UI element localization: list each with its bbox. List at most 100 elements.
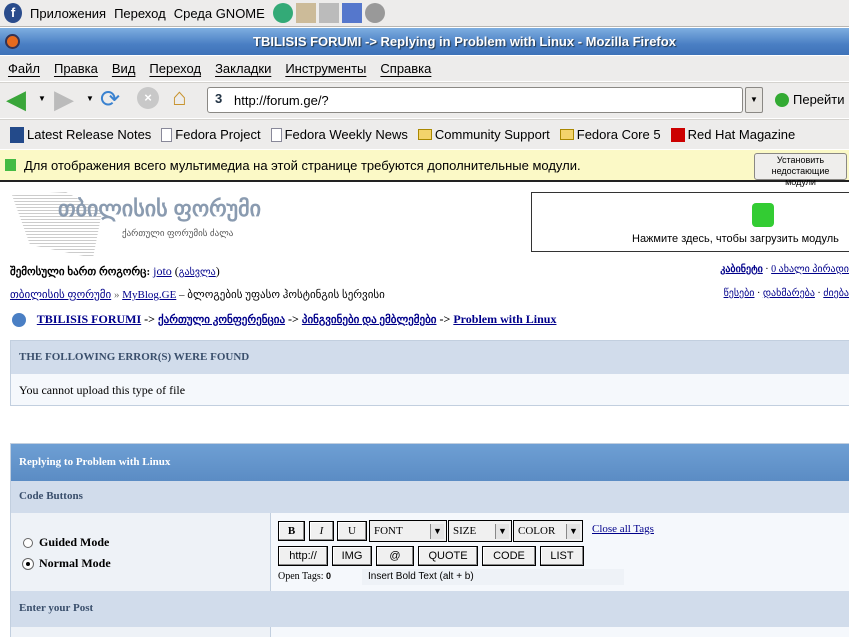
breadcrumb-subforum[interactable]: პინგვინები და ემბლემები: [302, 314, 437, 326]
code-tag-button[interactable]: CODE: [482, 546, 536, 566]
folder-icon: [417, 129, 432, 140]
writer-icon[interactable]: [318, 3, 339, 23]
forum-home-link[interactable]: თბილისის ფორუმი: [10, 289, 111, 301]
blog-description: – ბლოგების უფასო ჰოსტინგის სერვისი: [179, 289, 385, 301]
stop-icon[interactable]: ×: [137, 87, 159, 109]
menu-bookmarks[interactable]: Закладки: [215, 61, 271, 76]
bookmark-fedora-core-5[interactable]: Fedora Core 5: [559, 127, 661, 142]
bookmark-red-hat-magazine[interactable]: Red Hat Magazine: [670, 127, 795, 142]
menu-go[interactable]: Переход: [149, 61, 201, 76]
username-link[interactable]: joto: [153, 264, 172, 278]
forum-logo[interactable]: თბილისის ფორუმი ქართული ფორუმის ძალა: [12, 192, 272, 258]
menu-bar: Файл Правка Вид Переход Закладки Инструм…: [0, 56, 849, 81]
radio-checked-icon: [22, 557, 34, 570]
search-link[interactable]: ძიება: [823, 288, 849, 299]
open-tags-count: 0: [326, 571, 332, 581]
img-tag-button[interactable]: IMG: [332, 546, 372, 566]
puzzle-icon: [5, 159, 16, 171]
menu-help[interactable]: Справка: [380, 61, 431, 76]
reply-title: Replying to Problem with Linux: [11, 444, 849, 481]
logo-subtitle: ქართული ფორუმის ძალა: [122, 228, 234, 238]
separator: »: [113, 289, 120, 301]
infobar-text: Для отображения всего мультимедиа на это…: [24, 157, 581, 173]
cabinet-link[interactable]: კაბინეტი: [720, 264, 763, 275]
menu-view[interactable]: Вид: [112, 61, 136, 76]
url-tag-button[interactable]: http://: [278, 546, 328, 566]
site-icon: 3: [215, 91, 223, 106]
post-row: [11, 627, 271, 637]
panel-applications[interactable]: Приложения: [30, 6, 106, 21]
logged-in-label: შემოსული ხართ როგორც:: [10, 266, 151, 278]
browser-icon[interactable]: [272, 3, 293, 23]
url-text: http://forum.ge/?: [234, 92, 329, 108]
logo-title: თბილისის ფორუმი: [58, 196, 262, 221]
panel-system[interactable]: Среда GNOME: [174, 6, 265, 21]
chevron-down-icon: ▼: [566, 524, 580, 539]
install-plugins-button[interactable]: Установить недостающие модули: [754, 153, 847, 187]
go-button[interactable]: Перейти: [775, 92, 845, 107]
plugin-text: Нажмите здесь, чтобы загрузить модуль: [632, 233, 839, 245]
page-icon: [270, 127, 282, 142]
menu-file[interactable]: Файл: [8, 61, 40, 76]
open-tags-label: Open Tags: 0: [278, 571, 332, 582]
firefox-icon: [5, 34, 20, 49]
plugin-placeholder[interactable]: Нажмите здесь, чтобы загрузить модуль: [531, 192, 849, 252]
reload-icon[interactable]: ⟳: [100, 85, 120, 114]
rules-link[interactable]: წესები: [724, 288, 755, 299]
guided-mode-radio[interactable]: Guided Mode: [23, 535, 109, 550]
mail-icon[interactable]: [295, 3, 316, 23]
breadcrumb: TBILISIS FORUMI -> ქართული კონფერენცია -…: [12, 312, 849, 328]
reply-form: Replying to Problem with Linux Code Butt…: [10, 443, 849, 637]
breadcrumb-forum[interactable]: TBILISIS FORUMI: [37, 312, 141, 326]
forward-dropdown-icon[interactable]: ▼: [86, 94, 94, 103]
folder-icon: [559, 129, 574, 140]
user-bar: შემოსული ხართ როგორც: joto (გასვლა) კაბი…: [10, 264, 849, 278]
enter-post-header: Enter your Post: [11, 591, 849, 627]
forward-icon[interactable]: ▶: [54, 86, 74, 112]
sub-nav: თბილისის ფორუმი » MyBlog.GE – ბლოგების უ…: [10, 288, 849, 301]
menu-edit[interactable]: Правка: [54, 61, 98, 76]
breadcrumb-topic[interactable]: Problem with Linux: [453, 312, 556, 326]
calc-icon[interactable]: [364, 3, 385, 23]
email-tag-button[interactable]: @: [376, 546, 414, 566]
menu-tools[interactable]: Инструменты: [285, 61, 366, 76]
panel-places[interactable]: Переход: [114, 6, 166, 21]
url-dropdown-button[interactable]: ▼: [745, 87, 763, 113]
editor-toolbar: B I U FONT ▼ SIZE ▼ COLOR ▼ Close all Tags …: [272, 513, 849, 591]
myblog-link[interactable]: MyBlog.GE: [122, 289, 176, 301]
size-select[interactable]: SIZE ▼: [448, 520, 512, 542]
normal-mode-radio[interactable]: Normal Mode: [22, 556, 111, 571]
font-select[interactable]: FONT ▼: [369, 520, 447, 542]
puzzle-icon: [752, 203, 774, 227]
mode-cell: Guided Mode Normal Mode: [11, 513, 271, 591]
launcher-icons[interactable]: [272, 3, 385, 23]
back-icon[interactable]: ◀: [6, 86, 26, 112]
code-buttons-header: Code Buttons: [11, 481, 849, 513]
url-input[interactable]: 3 http://forum.ge/?: [207, 87, 743, 113]
editor-hint: Insert Bold Text (alt + b): [362, 569, 624, 585]
bookmark-latest-release-notes[interactable]: Latest Release Notes: [10, 126, 151, 143]
help-link[interactable]: დახმარება: [763, 288, 815, 299]
messages-link[interactable]: 0 ახალი პირადი: [771, 264, 849, 275]
fedora-icon[interactable]: f: [4, 3, 22, 23]
color-select[interactable]: COLOR ▼: [513, 520, 583, 542]
bookmark-fedora-weekly-news[interactable]: Fedora Weekly News: [270, 127, 408, 142]
bookmark-community-support[interactable]: Community Support: [417, 127, 550, 142]
breadcrumb-category[interactable]: ქართული კონფერენცია: [158, 314, 285, 326]
italic-button[interactable]: I: [309, 521, 334, 541]
home-icon[interactable]: ⌂: [172, 84, 187, 112]
list-tag-button[interactable]: LIST: [540, 546, 584, 566]
logout-link[interactable]: გასვლა: [179, 267, 216, 278]
back-dropdown-icon[interactable]: ▼: [38, 94, 46, 103]
underline-button[interactable]: U: [337, 521, 367, 541]
bold-button[interactable]: B: [278, 521, 305, 541]
close-all-tags-link[interactable]: Close all Tags: [592, 523, 654, 535]
plugin-info-bar: Для отображения всего мультимедиа на это…: [0, 150, 849, 182]
redhat-icon: [670, 127, 685, 142]
bookmarks-toolbar: Latest Release Notes Fedora Project Fedo…: [0, 119, 849, 149]
chevron-down-icon: ▼: [430, 524, 444, 539]
bookmark-fedora-project[interactable]: Fedora Project: [161, 127, 261, 142]
impress-icon[interactable]: [341, 3, 362, 23]
fedora-icon: [10, 126, 24, 143]
quote-tag-button[interactable]: QUOTE: [418, 546, 478, 566]
